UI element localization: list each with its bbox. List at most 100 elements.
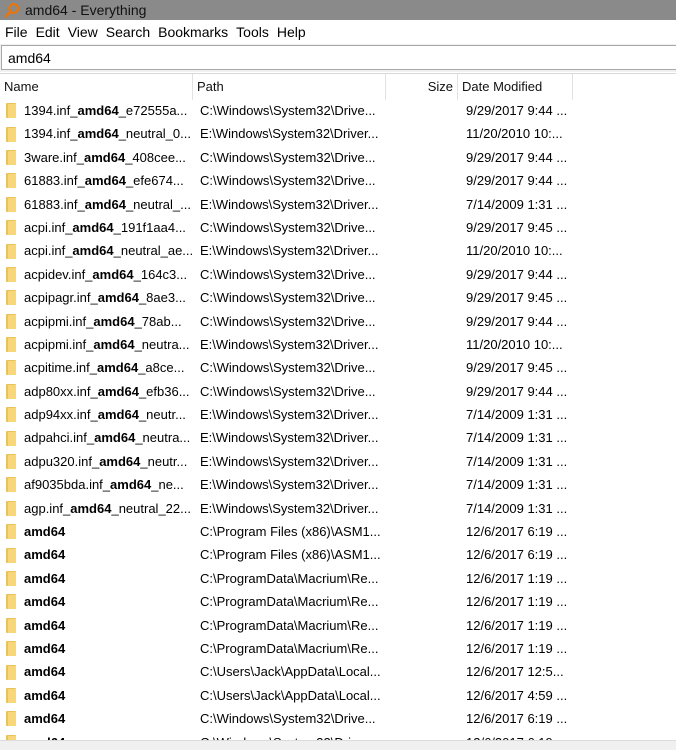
folder-icon [6,614,20,637]
result-size [386,590,454,613]
menu-tools[interactable]: Tools [233,20,272,44]
menu-edit[interactable]: Edit [33,20,63,44]
result-date-modified: 11/20/2010 10:... [466,243,563,259]
menu-help[interactable]: Help [274,20,309,44]
name-prefix: 1394.inf_ [24,103,78,118]
result-row[interactable]: acpipmi.inf_amd64_neutra... E:\Windows\Sy… [0,333,676,356]
folder-icon [6,310,20,333]
result-row[interactable]: acpi.inf_amd64_191f1aa4... C:\Windows\Sys… [0,216,676,239]
folder-icon [6,122,20,145]
name-prefix: 61883.inf_ [24,173,85,189]
result-date-modified: 7/14/2009 1:31 ... [466,453,568,469]
result-size [386,356,454,379]
menu-bookmarks[interactable]: Bookmarks [155,20,231,44]
result-row[interactable]: amd64 C:\ProgramData\Macrium\Re... 12/6/20… [0,637,676,660]
result-row[interactable]: amd64 C:\ProgramData\Macrium\Re... 12/6/20… [0,614,676,637]
column-header-name[interactable]: Name [0,74,193,100]
result-row[interactable]: adp80xx.inf_amd64_efb36... C:\Windows\Sys… [0,380,676,403]
result-row[interactable]: amd64 C:\Users\Jack\AppData\Local... 12/6/… [0,684,676,707]
name-match: amd64 [72,243,114,259]
menu-file[interactable]: File [2,20,31,44]
result-date-modified: 9/29/2017 9:44 ... [466,173,568,189]
name-match: amd64 [77,126,119,142]
magnifier-icon [2,0,22,20]
folder-icon [6,637,20,660]
result-row[interactable]: amd64 C:\Program Files (x86)\ASM1... 12/6/… [0,543,676,566]
search-input[interactable] [1,45,676,70]
name-match: amd64 [96,360,139,376]
result-row[interactable]: acpipagr.inf_amd64_8ae3... C:\Windows\Sys… [0,286,676,309]
result-name: af9035bda.inf_amd64_ne... [24,473,192,496]
result-size [386,614,454,637]
menu-search[interactable]: Search [103,20,153,44]
name-match: amd64 [97,290,139,306]
result-row[interactable]: adpu320.inf_amd64_neutr... E:\Windows\Sys… [0,450,676,473]
name-match: amd64 [97,383,139,399]
result-row[interactable]: amd64 C:\Users\Jack\AppData\Local... 12/6/… [0,660,676,683]
name-match: amd64 [84,173,126,189]
result-date-modified: 12/6/2017 6:19 ... [466,711,568,727]
result-path: C:\ProgramData\Macrium\Re... [200,640,379,656]
result-row[interactable]: amd64 C:\Windows\System32\Drive... 12/6/20… [0,707,676,730]
folder-icon [6,146,20,169]
result-size [386,426,454,449]
name-match: amd64 [72,219,114,235]
name-suffix: _191f1aa4... [113,219,186,235]
result-path: C:\Windows\System32\Drive... [200,290,376,306]
result-size [386,450,454,473]
result-size [386,310,454,333]
result-row[interactable]: acpipmi.inf_amd64_78ab... C:\Windows\Syst… [0,310,676,333]
folder-icon [6,333,20,356]
result-row[interactable]: 61883.inf_amd64_efe674... C:\Windows\Syst… [0,169,676,192]
folder-icon [6,239,20,262]
horizontal-scrollbar[interactable] [0,740,676,750]
result-row[interactable]: 61883.inf_amd64_neutral_... E:\Windows\Sy… [0,193,676,216]
name-prefix: acpitime.inf_ [24,360,97,376]
result-row[interactable]: adp94xx.inf_amd64_neutr... E:\Windows\Sys… [0,403,676,426]
result-name: adp80xx.inf_amd64_efb36... [24,380,192,403]
column-header-size[interactable]: Size [386,74,458,100]
name-match: amd64 [93,336,135,352]
folder-icon [6,380,20,403]
name-prefix: acpipagr.inf_ [24,290,98,306]
result-row[interactable]: acpidev.inf_amd64_164c3... C:\Windows\Sys… [0,263,676,286]
result-row[interactable]: af9035bda.inf_amd64_ne... E:\Windows\Syst… [0,473,676,496]
result-name: acpipmi.inf_amd64_78ab... [24,310,192,333]
result-row[interactable]: amd64 C:\Windows\System32\Drive... 12/6/20… [0,731,676,740]
result-path: C:\Windows\System32\Drive... [200,103,376,118]
result-date-modified: 9/29/2017 9:44 ... [466,313,568,329]
column-header-path[interactable]: Path [193,74,386,100]
folder-icon [6,497,20,520]
folder-icon [6,169,20,192]
results-list[interactable]: 1394.inf_amd64_e72555a... C:\Windows\Syst… [0,99,676,740]
result-row[interactable]: agp.inf_amd64_neutral_22... E:\Windows\Sy… [0,497,676,520]
result-row[interactable]: acpi.inf_amd64_neutral_ae... E:\Windows\S… [0,239,676,262]
result-size [386,263,454,286]
name-match: amd64 [77,103,119,118]
result-row[interactable]: amd64 C:\ProgramData\Macrium\Re... 12/6/20… [0,567,676,590]
menu-view[interactable]: View [65,20,101,44]
result-date-modified: 9/29/2017 9:45 ... [466,219,568,235]
column-header-date-modified[interactable]: Date Modified [458,74,573,100]
result-row[interactable]: amd64 C:\ProgramData\Macrium\Re... 12/6/20… [0,590,676,613]
result-size [386,99,454,122]
result-row[interactable]: 1394.inf_amd64_e72555a... C:\Windows\Syst… [0,99,676,122]
result-size [386,567,454,590]
name-prefix: agp.inf_ [24,500,71,516]
folder-icon [6,193,20,216]
result-row[interactable]: adpahci.inf_amd64_neutra... E:\Windows\Sy… [0,426,676,449]
name-prefix: acpidev.inf_ [24,266,93,282]
result-row[interactable]: 3ware.inf_amd64_408cee... C:\Windows\Syst… [0,146,676,169]
name-suffix: _neutra... [135,430,191,446]
result-row[interactable]: acpitime.inf_amd64_a8ce... C:\Windows\Sys… [0,356,676,379]
name-prefix: adpu320.inf_ [24,453,100,469]
folder-icon [6,356,20,379]
folder-icon [6,426,20,449]
folder-icon [6,403,20,426]
result-row[interactable]: 1394.inf_amd64_neutral_0... E:\Windows\Sy… [0,122,676,145]
result-row[interactable]: amd64 C:\Program Files (x86)\ASM1... 12/6/… [0,520,676,543]
result-size [386,497,454,520]
folder-icon [6,99,20,122]
result-path: C:\ProgramData\Macrium\Re... [200,570,379,586]
result-path: E:\Windows\System32\Driver... [200,243,379,259]
